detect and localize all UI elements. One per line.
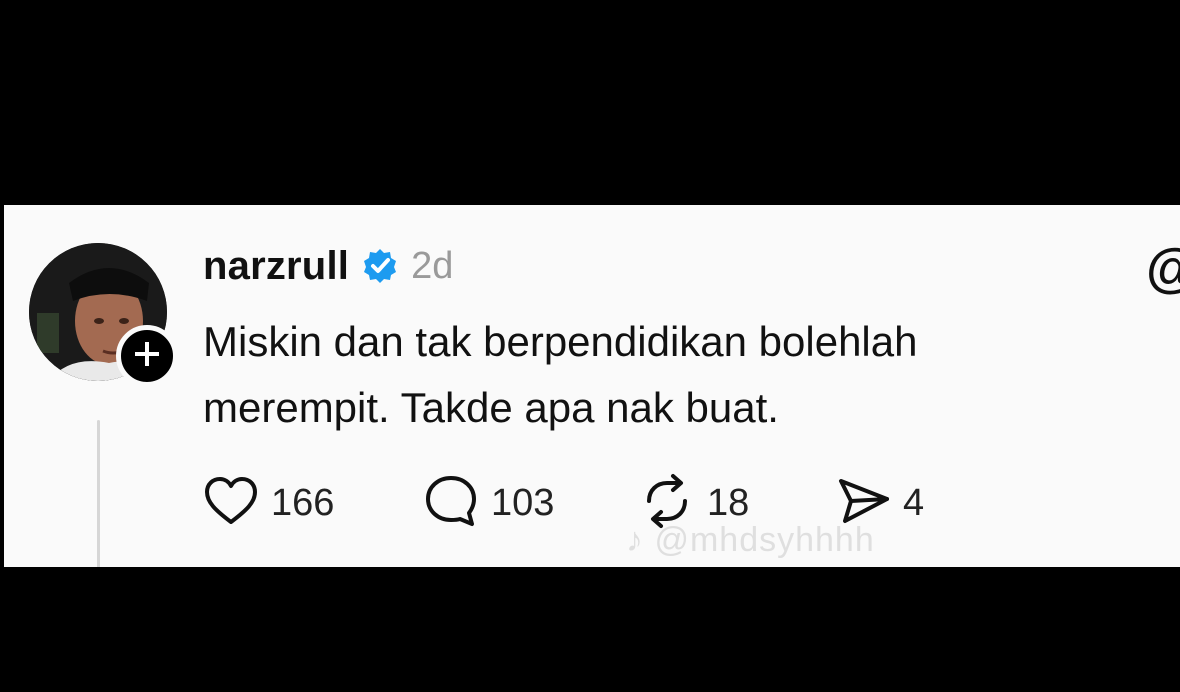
plus-icon [132, 339, 162, 374]
follow-button[interactable] [116, 325, 178, 387]
avatar-group[interactable] [29, 243, 178, 387]
tiktok-logo-icon: ♪ [626, 521, 644, 559]
thread-line [97, 420, 100, 567]
like-count: 166 [271, 481, 335, 524]
post-text-line-1: Miskin dan tak berpendidikan bolehlah [203, 318, 918, 365]
reply-count: 103 [491, 481, 555, 524]
post-timestamp: 2d [411, 244, 454, 287]
tiktok-watermark: ♪ @mhdsyhhhh [626, 521, 875, 560]
share-count: 4 [903, 481, 925, 524]
username-link[interactable]: narzrull [203, 244, 349, 289]
screen: narzrull 2d @ Miskin dan tak berpendidik… [0, 0, 1180, 692]
like-button[interactable]: 166 [203, 475, 423, 532]
thread-post-card: narzrull 2d @ Miskin dan tak berpendidik… [4, 205, 1180, 567]
reply-button[interactable]: 103 [423, 473, 639, 534]
verified-badge-icon [361, 247, 399, 285]
more-options-icon[interactable]: @ [1146, 241, 1180, 295]
repost-count: 18 [707, 481, 750, 524]
comment-bubble-icon [423, 473, 479, 534]
post-body: Miskin dan tak berpendidikan bolehlah me… [203, 309, 1103, 441]
post-text-line-2: merempit. Takde apa nak buat. [203, 384, 779, 431]
heart-icon [203, 475, 259, 532]
watermark-handle: @mhdsyhhhh [654, 521, 875, 559]
post-header: narzrull 2d [203, 241, 453, 291]
